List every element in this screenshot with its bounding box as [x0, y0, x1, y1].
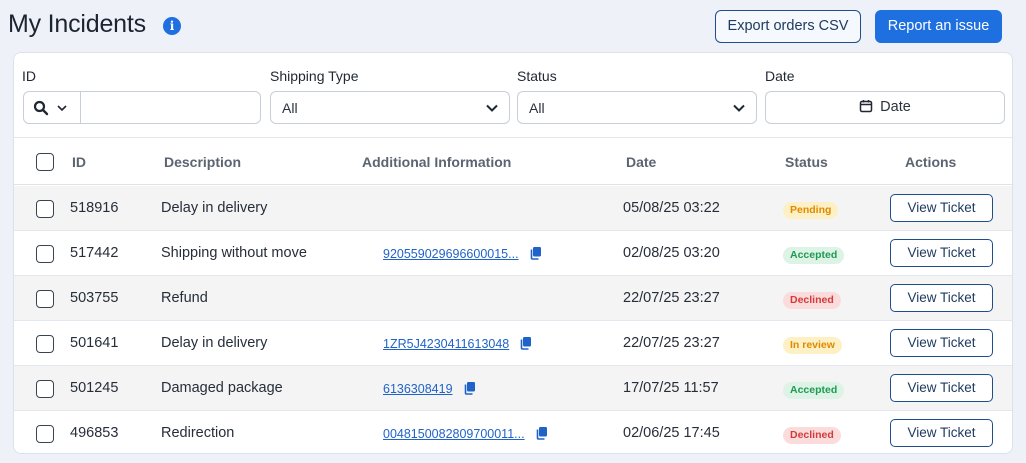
- row-checkbox[interactable]: [36, 380, 54, 398]
- table-row: 496853 Redirection 0048150082809700011..…: [14, 411, 1012, 453]
- tracking-number[interactable]: 1ZR5J4230411613048: [383, 337, 509, 351]
- row-description: Delay in delivery: [161, 200, 268, 216]
- row-id: 518916: [70, 200, 119, 216]
- tracking-link[interactable]: 1ZR5J4230411613048: [383, 336, 532, 351]
- status-badge: In review: [783, 337, 842, 354]
- row-id: 517442: [70, 245, 119, 261]
- table-row: 518916 Delay in delivery 05/08/25 03:22 …: [14, 186, 1012, 231]
- chevron-down-icon: [486, 104, 498, 112]
- row-id: 501641: [70, 335, 119, 351]
- column-header-description[interactable]: Description: [164, 154, 241, 170]
- shipping-type-select[interactable]: All: [270, 91, 510, 124]
- tracking-link[interactable]: 6136308419: [383, 381, 476, 396]
- status-badge: Declined: [783, 427, 841, 444]
- search-icon: [33, 100, 49, 116]
- id-search-mode-dropdown[interactable]: [24, 92, 81, 123]
- id-search-input[interactable]: [82, 92, 260, 123]
- row-date: 05/08/25 03:22: [623, 200, 720, 216]
- copy-icon[interactable]: [463, 381, 476, 395]
- column-header-date[interactable]: Date: [626, 154, 656, 170]
- incidents-card: ID Shipping Type All Status All Date Dat…: [13, 52, 1013, 454]
- report-issue-button[interactable]: Report an issue: [875, 10, 1002, 43]
- row-id: 501245: [70, 380, 119, 396]
- page-title: My Incidents: [8, 10, 146, 38]
- row-description: Damaged package: [161, 380, 283, 396]
- chevron-down-icon: [733, 104, 745, 112]
- view-ticket-button[interactable]: View Ticket: [890, 419, 993, 447]
- row-checkbox[interactable]: [36, 335, 54, 353]
- tracking-link[interactable]: 920559029696600015...: [383, 246, 542, 261]
- date-picker-content: Date: [766, 99, 1004, 115]
- table-row: 501245 Damaged package 6136308419 17/07/…: [14, 366, 1012, 411]
- status-badge: Accepted: [783, 247, 845, 264]
- row-checkbox[interactable]: [36, 425, 54, 443]
- status-value: All: [529, 100, 545, 116]
- copy-icon[interactable]: [529, 246, 542, 260]
- row-date: 22/07/25 23:27: [623, 335, 720, 351]
- status-badge: Accepted: [783, 382, 845, 399]
- column-header-actions: Actions: [905, 154, 957, 170]
- date-filter-label: Date: [765, 68, 795, 84]
- copy-icon[interactable]: [519, 336, 532, 350]
- table-row: 501641 Delay in delivery 1ZR5J4230411613…: [14, 321, 1012, 366]
- row-checkbox[interactable]: [36, 290, 54, 308]
- row-id: 503755: [70, 290, 119, 306]
- shipping-type-label: Shipping Type: [270, 68, 359, 84]
- row-date: 02/06/25 17:45: [623, 425, 720, 441]
- tracking-number[interactable]: 0048150082809700011...: [383, 427, 525, 441]
- info-icon[interactable]: i: [163, 17, 181, 35]
- column-header-additional-information[interactable]: Additional Information: [362, 154, 511, 170]
- tracking-number[interactable]: 920559029696600015...: [383, 247, 519, 261]
- row-description: Refund: [161, 290, 208, 306]
- row-date: 02/08/25 03:20: [623, 245, 720, 261]
- tracking-number[interactable]: 6136308419: [383, 382, 453, 396]
- row-date: 17/07/25 11:57: [623, 380, 719, 396]
- status-filter-label: Status: [517, 68, 557, 84]
- row-checkbox[interactable]: [36, 245, 54, 263]
- view-ticket-button[interactable]: View Ticket: [890, 239, 993, 267]
- status-badge: Pending: [783, 202, 839, 219]
- view-ticket-button[interactable]: View Ticket: [890, 194, 993, 222]
- page-header: My Incidents i Export orders CSV Report …: [0, 0, 1026, 52]
- export-orders-csv-button[interactable]: Export orders CSV: [715, 10, 861, 43]
- column-header-id[interactable]: ID: [72, 154, 86, 170]
- date-picker[interactable]: Date: [765, 91, 1005, 124]
- calendar-icon: [859, 100, 873, 113]
- row-date: 22/07/25 23:27: [623, 290, 720, 306]
- view-ticket-button[interactable]: View Ticket: [890, 284, 993, 312]
- id-filter: [23, 91, 261, 124]
- table-row: 517442 Shipping without move 92055902969…: [14, 231, 1012, 276]
- row-description: Redirection: [161, 425, 235, 441]
- view-ticket-button[interactable]: View Ticket: [890, 374, 993, 402]
- table-row: 503755 Refund 22/07/25 23:27 Declined Vi…: [14, 276, 1012, 321]
- row-description: Shipping without move: [161, 245, 307, 261]
- select-all-checkbox[interactable]: [36, 153, 54, 171]
- chevron-down-icon: [57, 105, 67, 112]
- tracking-link[interactable]: 0048150082809700011...: [383, 426, 548, 441]
- row-checkbox[interactable]: [36, 200, 54, 218]
- row-id: 496853: [70, 425, 119, 441]
- view-ticket-button[interactable]: View Ticket: [890, 329, 993, 357]
- status-select[interactable]: All: [517, 91, 757, 124]
- column-header-status[interactable]: Status: [785, 154, 828, 170]
- shipping-type-value: All: [282, 100, 298, 116]
- table-header: ID Description Additional Information Da…: [14, 138, 1012, 185]
- status-badge: Declined: [783, 292, 841, 309]
- id-filter-label: ID: [22, 68, 36, 84]
- date-placeholder: Date: [880, 99, 911, 115]
- row-description: Delay in delivery: [161, 335, 268, 351]
- copy-icon[interactable]: [535, 426, 548, 440]
